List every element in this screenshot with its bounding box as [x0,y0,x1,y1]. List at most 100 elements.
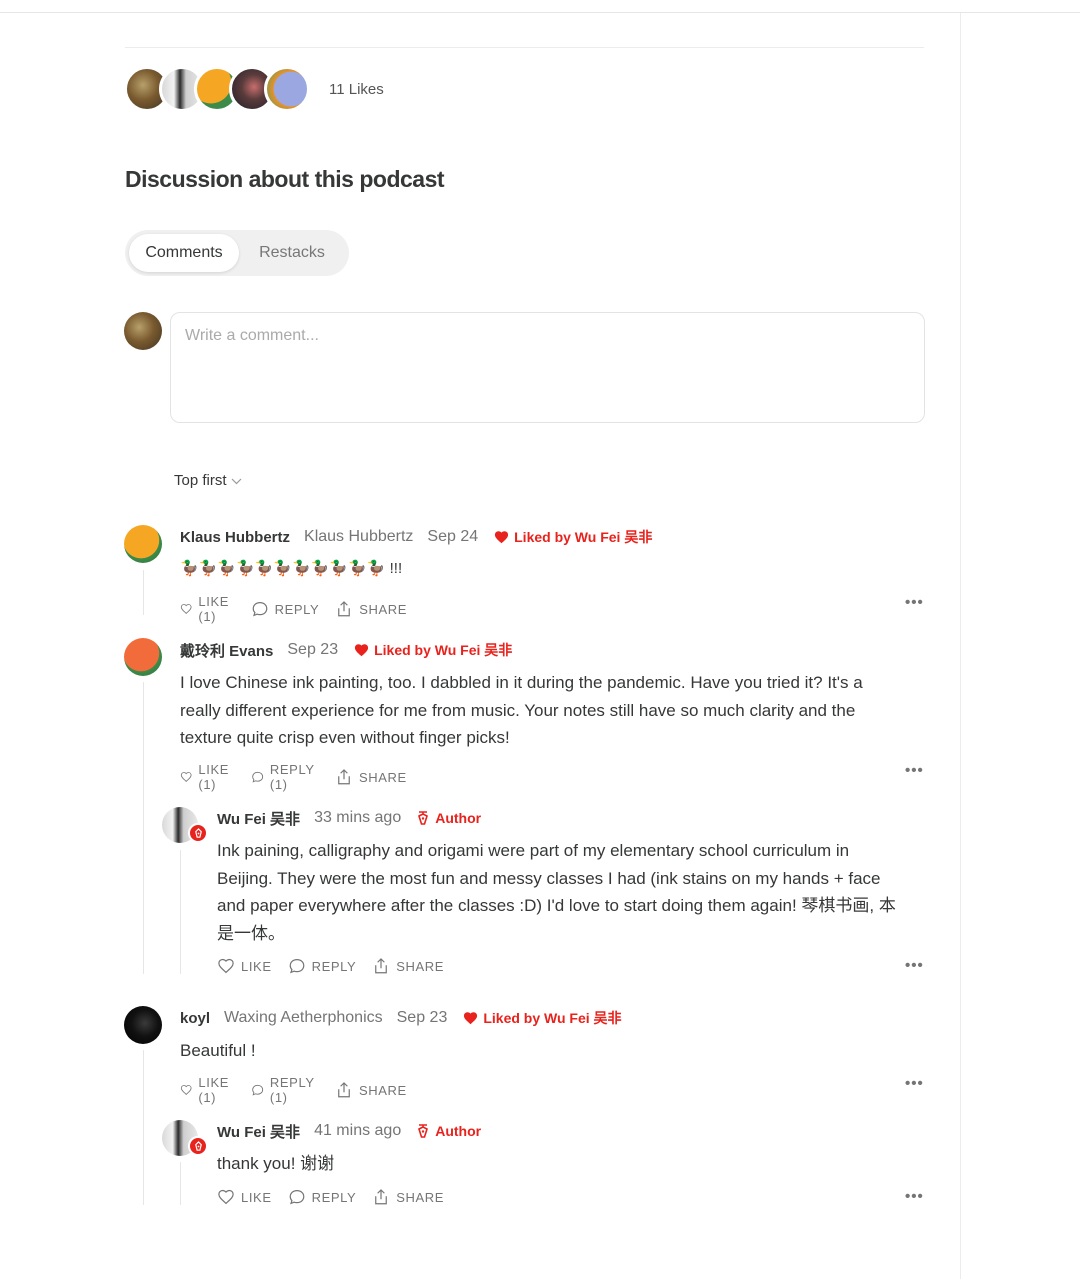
thread-line [180,850,181,974]
like-label: LIKE (1) [198,1075,229,1105]
author-tag: Author [417,1123,481,1139]
more-options-icon[interactable]: ••• [905,1188,924,1205]
share-label: SHARE [359,769,407,785]
liked-by-badge: Liked by Wu Fei 吴非 [494,527,652,547]
like-button[interactable]: LIKE [217,1188,272,1206]
liked-by-badge: Liked by Wu Fei 吴非 [354,640,512,660]
thread-line [143,1050,144,1205]
heart-icon [464,1012,478,1025]
comment-input[interactable] [170,312,925,423]
share-label: SHARE [396,1189,445,1205]
avatar[interactable] [124,525,162,563]
reply-label: REPLY (1) [269,762,315,792]
share-icon [375,1189,388,1205]
comment-date[interactable]: 33 mins ago [314,809,401,827]
like-label: LIKE [241,1189,272,1205]
comment-meta: 戴玲利 Evans Sep 23 Liked by Wu Fei 吴非 [180,639,512,661]
speech-bubble-icon [252,602,267,617]
share-icon [338,601,351,617]
like-label: LIKE [241,958,272,974]
comment-author[interactable]: koyl [180,1010,210,1027]
speech-bubble-icon [289,959,304,974]
comment-author[interactable]: Klaus Hubbertz [180,529,290,546]
more-options-icon[interactable]: ••• [905,594,924,611]
comment-body: thank you! 谢谢 [217,1154,335,1173]
avatar[interactable] [124,638,162,676]
more-options-icon[interactable]: ••• [905,957,924,974]
tab-comments[interactable]: Comments [129,234,239,272]
like-button[interactable]: LIKE (1) [180,594,235,624]
reply-label: REPLY [311,1189,357,1205]
like-label: LIKE (1) [198,594,229,624]
comment-author[interactable]: Wu Fei 吴非 [217,808,300,829]
share-button[interactable]: SHARE [335,1081,407,1099]
pen-nib-icon [418,1123,429,1138]
pen-nib-icon [418,810,429,825]
share-icon [375,958,388,974]
share-button[interactable]: SHARE [372,1188,444,1206]
comment-meta: Klaus Hubbertz Klaus Hubbertz Sep 24 Lik… [180,526,652,548]
comment-date[interactable]: 41 mins ago [314,1122,401,1140]
share-label: SHARE [396,958,445,974]
comment-publication[interactable]: Waxing Aetherphonics [224,1009,383,1027]
speech-bubble-icon [289,1190,304,1205]
author-badge-icon [188,1136,208,1156]
comment-actions: LIKE (1) REPLY (1) SHARE [180,1075,423,1105]
like-button[interactable]: LIKE (1) [180,1075,235,1105]
likes-count[interactable]: 11 Likes [329,81,384,98]
liker-avatar[interactable] [264,66,310,112]
comment-meta: koyl Waxing Aetherphonics Sep 23 Liked b… [180,1007,622,1029]
liked-by-label: Liked by Wu Fei 吴非 [514,529,653,545]
comment-author[interactable]: Wu Fei 吴非 [217,1121,300,1142]
reply-button[interactable]: REPLY (1) [251,762,319,792]
share-icon [338,1082,350,1098]
share-button[interactable]: SHARE [335,768,407,786]
like-button[interactable]: LIKE (1) [180,762,235,792]
more-options-icon[interactable]: ••• [905,762,924,779]
discussion-tabs: Comments Restacks [125,230,349,276]
share-button[interactable]: SHARE [335,600,407,618]
thread-line [180,1162,181,1205]
likes-row[interactable]: 11 Likes [124,65,384,113]
comment-body: 🦆🦆🦆🦆🦆🦆🦆🦆🦆🦆🦆 !!! [180,560,403,577]
author-tag: Author [417,810,481,826]
heart-outline-icon [218,958,234,974]
reply-label: REPLY [274,601,320,617]
comment-date[interactable]: Sep 23 [397,1009,448,1027]
heart-outline-icon [180,772,192,782]
comment-actions: LIKE (1) REPLY SHARE [180,594,423,624]
heart-outline-icon [180,1085,192,1095]
reply-label: REPLY (1) [269,1075,315,1105]
comment-body: I love Chinese ink painting, too. I dabb… [180,673,863,747]
comment-date[interactable]: Sep 24 [427,528,478,546]
comment-author[interactable]: 戴玲利 Evans [180,640,273,661]
liked-by-label: Liked by Wu Fei 吴非 [483,1010,622,1026]
heart-outline-icon [180,604,192,614]
comment-publication[interactable]: Klaus Hubbertz [304,528,413,546]
comment-meta: Wu Fei 吴非 33 mins ago Author [217,807,481,829]
reply-button[interactable]: REPLY [288,957,357,975]
speech-bubble-icon [251,1084,263,1096]
liked-by-badge: Liked by Wu Fei 吴非 [463,1008,622,1028]
chevron-down-icon [231,476,242,488]
tab-restacks[interactable]: Restacks [239,234,345,272]
liked-by-label: Liked by Wu Fei 吴非 [374,642,513,658]
speech-bubble-icon [251,771,263,783]
sort-dropdown[interactable]: Top first [174,472,242,489]
reply-button[interactable]: REPLY [288,1188,357,1206]
comment-actions: LIKE (1) REPLY (1) SHARE [180,762,423,792]
more-options-icon[interactable]: ••• [905,1075,924,1092]
comment-body: Beautiful ! [180,1041,256,1060]
avatar[interactable] [124,1006,162,1044]
reply-button[interactable]: REPLY (1) [251,1075,319,1105]
share-button[interactable]: SHARE [372,957,444,975]
heart-icon [355,644,369,657]
like-button[interactable]: LIKE [217,957,272,975]
comment-date[interactable]: Sep 23 [287,641,338,659]
reply-button[interactable]: REPLY [251,600,320,618]
author-badge-icon [188,823,208,843]
author-label: Author [435,1123,482,1139]
comment-actions: LIKE REPLY SHARE [217,1188,460,1206]
share-icon [338,769,350,785]
comment-meta: Wu Fei 吴非 41 mins ago Author [217,1120,481,1142]
